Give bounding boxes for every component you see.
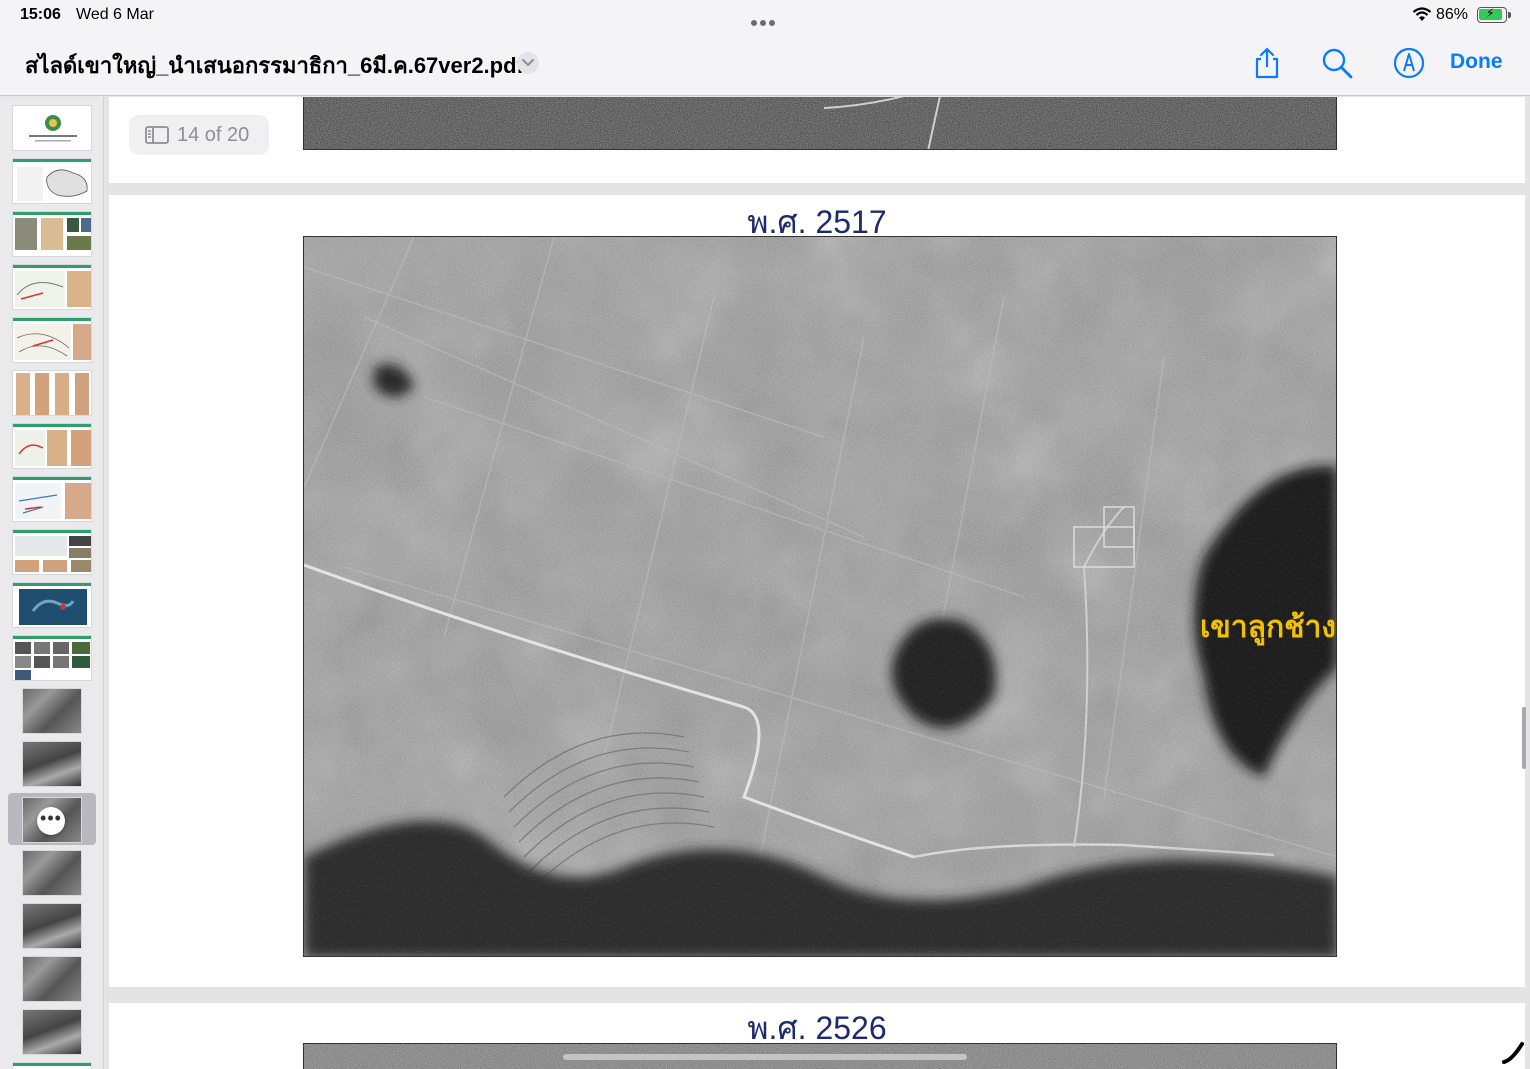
thumbnail-page-9[interactable] [12, 529, 92, 575]
thumbnail-page-3[interactable] [12, 211, 92, 257]
thumbnail-page-15[interactable] [22, 850, 82, 896]
thumbnail-page-5[interactable] [12, 317, 92, 363]
thumbnail-page-10[interactable] [12, 582, 92, 628]
thumbnail-page-17[interactable] [22, 956, 82, 1002]
wifi-icon [1412, 7, 1432, 21]
thumbnail-page-19[interactable] [12, 1062, 92, 1069]
pdf-viewer-app: 15:06 Wed 6 Mar 86% ⚡ สไลด์เขาใหญ่_นำเสน… [0, 0, 1530, 1069]
battery-icon: ⚡ [1477, 6, 1511, 23]
map-label: เขาลูกช้าง [1200, 610, 1336, 646]
aerial-photo: เขาลูกช้าง [303, 236, 1337, 957]
pencil-icon[interactable] [1500, 1040, 1526, 1066]
thumbnail-page-1[interactable] [12, 105, 92, 151]
thumbnail-page-13[interactable] [22, 741, 82, 787]
thumbnail-page-4[interactable] [12, 264, 92, 310]
thumbnail-page-12[interactable] [22, 688, 82, 734]
aerial-photo-previous [303, 97, 1337, 150]
thumbnail-page-6[interactable] [12, 370, 92, 416]
markup-button[interactable] [1392, 46, 1426, 80]
thumbnail-page-7[interactable] [12, 423, 92, 469]
share-button[interactable] [1250, 46, 1284, 80]
page-indicator[interactable]: 14 of 20 [129, 115, 269, 155]
thumbnail-page-2[interactable] [12, 158, 92, 204]
search-icon [1322, 48, 1353, 79]
charging-bolt-icon: ⚡ [1486, 6, 1495, 20]
pdf-page-previous [109, 97, 1525, 183]
multitasking-dots-icon[interactable] [751, 13, 781, 26]
share-icon [1255, 47, 1279, 79]
chevron-down-icon[interactable] [517, 52, 539, 74]
pdf-page-current: พ.ศ. 2517 เขาลูกช้าง [109, 195, 1525, 987]
thumbnail-page-18[interactable] [22, 1009, 82, 1055]
thumbnail-page-16[interactable] [22, 903, 82, 949]
more-icon[interactable]: ••• [37, 807, 65, 835]
status-date: Wed 6 Mar [76, 6, 154, 23]
thumbnail-page-11[interactable] [12, 635, 92, 681]
status-time: 15:06 [20, 6, 61, 23]
status-bar: 15:06 Wed 6 Mar 86% ⚡ [0, 0, 1530, 32]
markup-icon [1393, 47, 1425, 79]
done-button[interactable]: Done [1450, 50, 1503, 74]
page-indicator-text: 14 of 20 [177, 124, 250, 146]
page-thumbnail-sidebar: ••• [0, 97, 104, 1069]
search-button[interactable] [1320, 46, 1354, 80]
document-title[interactable]: สไลด์เขาใหญ่_นำเสนอกรรมาธิกา_6มี.ค.67ver… [25, 48, 524, 83]
sidebar-icon [145, 126, 169, 144]
document-scroll-area[interactable]: พ.ศ. 2517 เขาลูกช้าง พ.ศ. 2526 14 of 20 [105, 97, 1530, 1069]
nav-bar: สไลด์เขาใหญ่_นำเสนอกรรมาธิกา_6มี.ค.67ver… [0, 32, 1530, 96]
battery-percent: 86% [1436, 6, 1469, 23]
thumbnail-page-8[interactable] [12, 476, 92, 522]
home-indicator[interactable] [563, 1054, 967, 1060]
vertical-scrollbar[interactable] [1522, 707, 1526, 769]
